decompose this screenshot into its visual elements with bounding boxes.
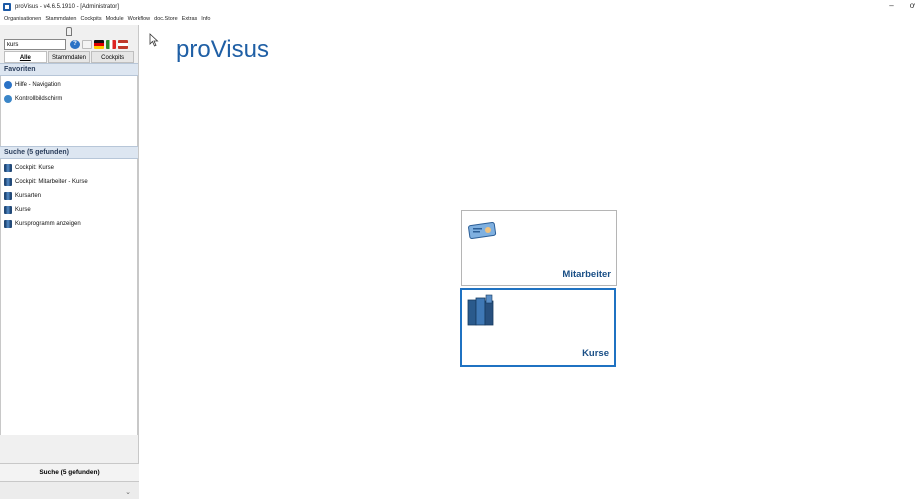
result-item-cockpit-kurse[interactable]: Cockpit: Kurse	[4, 161, 134, 175]
tab-stammdaten[interactable]: Stammdaten	[47, 51, 91, 63]
toolbar-icons: ?	[70, 40, 128, 49]
italian-flag-icon[interactable]	[106, 40, 116, 49]
books-icon	[467, 294, 494, 326]
chevron-down-icon[interactable]: ⌄	[125, 488, 131, 496]
favorites-list: Hilfe - Navigation Kontrollbildschirm	[0, 76, 138, 146]
navigation-panel: ? Alle Stammdaten Cockpits Favoriten Hil…	[0, 25, 139, 499]
list-item-label: Kontrollbildschirm	[15, 96, 63, 102]
document-icon[interactable]	[82, 40, 92, 49]
menu-docstore[interactable]: doc.Store	[154, 16, 178, 22]
menu-info[interactable]: Info	[201, 16, 210, 22]
menu-module[interactable]: Module	[106, 16, 124, 22]
list-item-label: Kursarten	[15, 193, 42, 199]
menu-stammdaten[interactable]: Stammdaten	[45, 16, 76, 22]
result-item-kurse[interactable]: Kurse	[4, 203, 134, 217]
list-item-label: Hilfe - Navigation	[15, 82, 61, 88]
pin-row	[0, 25, 138, 38]
window-controls: – ơ	[889, 1, 915, 10]
window-title: proVisus - v4.6.5.1910 - [Administrator]	[15, 3, 119, 10]
id-card-icon	[468, 222, 497, 239]
search-results-list: Cockpit: Kurse Cockpit: Mitarbeiter - Ku…	[0, 159, 138, 435]
tile-mitarbeiter[interactable]: Mitarbeiter	[461, 210, 617, 286]
help-icon[interactable]: ?	[70, 40, 80, 49]
result-item-kursarten[interactable]: Kursarten	[4, 189, 134, 203]
favorite-item-help-navigation[interactable]: Hilfe - Navigation	[4, 78, 134, 92]
bottom-strip: ⌄	[0, 482, 139, 499]
result-item-cockpit-mitarbeiter-kurse[interactable]: Cockpit: Mitarbeiter - Kurse	[4, 175, 134, 189]
book-icon	[4, 178, 12, 186]
menu-extras[interactable]: Extras	[182, 16, 198, 22]
list-item-label: Kursprogramm anzeigen	[15, 221, 81, 227]
list-item-label: Cockpit: Kurse	[15, 165, 55, 171]
tile-label: Kurse	[582, 348, 609, 359]
tab-cockpits[interactable]: Cockpits	[91, 51, 135, 63]
menu-organisationen[interactable]: Organisationen	[4, 16, 41, 22]
book-icon	[4, 206, 12, 214]
menu-bar: Organisationen Stammdaten Cockpits Modul…	[0, 13, 921, 25]
tile-label: Mitarbeiter	[562, 269, 611, 280]
app-icon	[3, 2, 11, 11]
book-icon	[4, 164, 12, 172]
book-icon	[4, 192, 12, 200]
search-scope-tabs: Alle Stammdaten Cockpits	[0, 51, 138, 63]
tile-kurse[interactable]: Kurse	[460, 288, 616, 367]
favorites-header[interactable]: Favoriten	[0, 63, 138, 76]
help-icon	[4, 81, 12, 89]
title-bar: proVisus - v4.6.5.1910 - [Administrator]…	[0, 0, 921, 13]
german-flag-icon[interactable]	[94, 40, 104, 49]
search-row: ?	[0, 38, 138, 51]
book-icon	[4, 220, 12, 228]
mouse-cursor-icon	[149, 33, 159, 47]
restore-button[interactable]: ơ	[910, 1, 915, 10]
uk-flag-icon[interactable]	[118, 40, 128, 49]
info-icon	[4, 95, 12, 103]
brand-logo-text: proVisus	[176, 36, 269, 63]
favorite-item-kontrollbildschirm[interactable]: Kontrollbildschirm	[4, 92, 134, 106]
tab-alle[interactable]: Alle	[4, 51, 47, 63]
result-item-kursprogramm-anzeigen[interactable]: Kursprogramm anzeigen	[4, 217, 134, 231]
menu-cockpits[interactable]: Cockpits	[81, 16, 102, 22]
search-results-button[interactable]: Suche (5 gefunden)	[0, 463, 139, 482]
main-area: proVisus Mitarbeiter Kurse	[140, 25, 921, 499]
list-item-label: Kurse	[15, 207, 31, 213]
minimize-button[interactable]: –	[889, 1, 893, 10]
list-item-label: Cockpit: Mitarbeiter - Kurse	[15, 179, 88, 185]
menu-workflow[interactable]: Workflow	[128, 16, 151, 22]
pin-icon[interactable]	[66, 27, 72, 36]
search-results-header[interactable]: Suche (5 gefunden)	[0, 146, 138, 159]
search-input[interactable]	[4, 39, 66, 50]
